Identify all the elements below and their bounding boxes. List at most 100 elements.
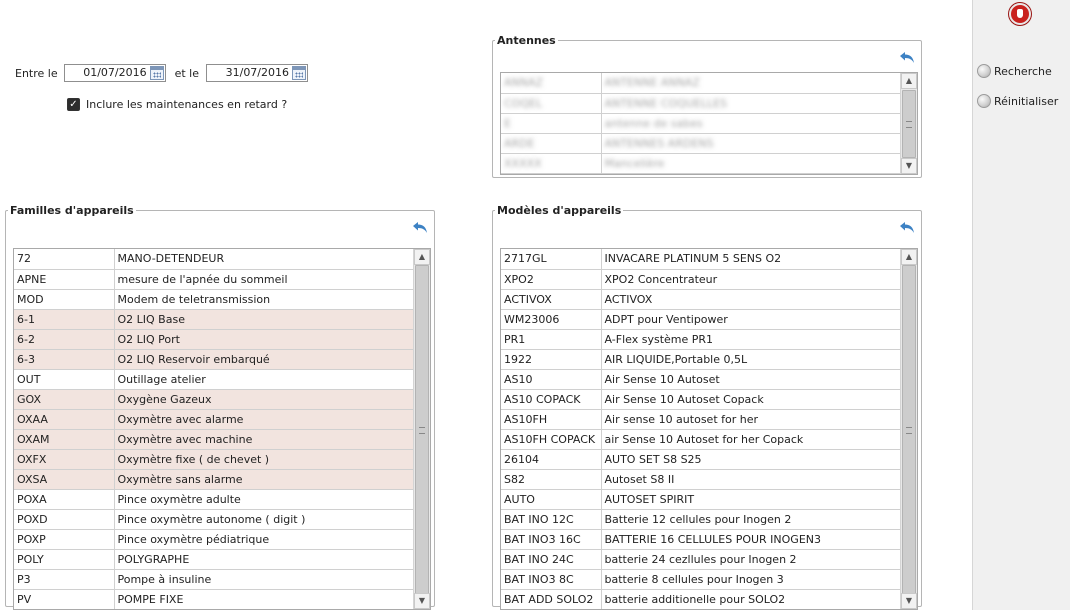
calendar-icon[interactable]: [292, 66, 307, 80]
table-row[interactable]: S82 Autoset S8 II: [501, 469, 917, 490]
scroll-thumb[interactable]: [415, 265, 429, 595]
modeles-list[interactable]: 2717GL INVACARE PLATINUM 5 SENS O2 XPO2 X…: [500, 248, 918, 610]
familles-list[interactable]: 72 MANO-DETENDEUR APNE mesure de l'apnée du…: [13, 248, 431, 610]
row-code: ANNAZ: [501, 73, 602, 94]
scrollbar[interactable]: ▲ ▼: [900, 73, 917, 174]
table-row[interactable]: WM23006 ADPT pour Ventipower: [501, 309, 917, 330]
row-code: XXXXX: [501, 153, 602, 174]
table-row[interactable]: 1922 AIR LIQUIDE,Portable 0,5L: [501, 349, 917, 370]
row-label: antenne de sabes: [601, 113, 917, 134]
end-date-value: 31/07/2016: [225, 66, 290, 79]
scroll-thumb[interactable]: [902, 265, 916, 595]
row-code: OXSA: [14, 469, 115, 490]
table-row[interactable]: PV POMPE FIXE: [14, 589, 430, 609]
row-code: 26104: [501, 449, 602, 470]
scroll-down-button[interactable]: ▼: [901, 158, 917, 174]
table-row[interactable]: BAT INO 12C Batterie 12 cellules pour Ino…: [501, 509, 917, 530]
start-date-value: 01/07/2016: [83, 66, 147, 79]
row-label: ANTENNE COQUELLES: [601, 93, 917, 114]
table-row[interactable]: GOX Oxygène Gazeux: [14, 389, 430, 410]
table-row[interactable]: P3 Pompe à insuline: [14, 569, 430, 590]
scroll-up-button[interactable]: ▲: [901, 73, 917, 89]
table-row[interactable]: POXD Pince oxymètre autonome ( digit ): [14, 509, 430, 530]
back-arrow-icon[interactable]: [899, 221, 915, 235]
row-code: 1922: [501, 349, 602, 370]
row-code: BAT INO 24C: [501, 549, 602, 570]
row-label: Oxymètre fixe ( de chevet ): [114, 449, 430, 470]
table-row[interactable]: ANNAZ ANTENNE ANNAZ: [501, 73, 917, 94]
table-row[interactable]: 6-1 O2 LIQ Base: [14, 309, 430, 330]
scrollbar[interactable]: ▲ ▼: [900, 249, 917, 609]
row-code: E: [501, 113, 602, 134]
table-row[interactable]: 72 MANO-DETENDEUR: [14, 249, 430, 270]
familles-panel: Familles d'appareils 72 MANO-DETENDEUR APN…: [5, 204, 435, 610]
search-button[interactable]: Recherche: [977, 64, 1052, 78]
table-row[interactable]: APNE mesure de l'apnée du sommeil: [14, 269, 430, 290]
back-arrow-icon[interactable]: [412, 221, 428, 235]
row-code: OXAA: [14, 409, 115, 430]
antennes-list[interactable]: ANNAZ ANTENNE ANNAZ COQEL ANTENNE COQUELLES…: [500, 72, 918, 175]
table-row[interactable]: OXAM Oxymètre avec machine: [14, 429, 430, 450]
row-label: AIR LIQUIDE,Portable 0,5L: [601, 349, 917, 370]
table-row[interactable]: BAT INO 24C batterie 24 cezllules pour In…: [501, 549, 917, 570]
table-row[interactable]: 6-2 O2 LIQ Port: [14, 329, 430, 350]
include-late-row: ✓ Inclure les maintenances en retard ?: [67, 98, 287, 111]
table-row[interactable]: POXA Pince oxymètre adulte: [14, 489, 430, 510]
table-row[interactable]: Eantenne de sabes: [501, 113, 917, 134]
scroll-up-button[interactable]: ▲: [901, 249, 917, 265]
reset-button[interactable]: Réinitialiser: [977, 94, 1058, 108]
scroll-down-button[interactable]: ▼: [901, 593, 917, 609]
scroll-down-button[interactable]: ▼: [414, 593, 430, 609]
table-row[interactable]: OXAA Oxymètre avec alarme: [14, 409, 430, 430]
modeles-title: Modèles d'appareils: [497, 204, 622, 217]
row-label: XPO2 Concentrateur: [601, 269, 917, 290]
table-row[interactable]: AS10FH Air sense 10 autoset for her: [501, 409, 917, 430]
scrollbar[interactable]: ▲ ▼: [413, 249, 430, 609]
table-row[interactable]: BAT ADD SOLO2 batterie additionelle pour …: [501, 589, 917, 609]
table-row[interactable]: BAT INO3 16C BATTERIE 16 CELLULES POUR IN…: [501, 529, 917, 550]
row-label: ANTENNES ARDENS: [601, 133, 917, 154]
table-row[interactable]: XXXXX Mancelière: [501, 153, 917, 174]
start-date-field[interactable]: 01/07/2016: [63, 64, 166, 82]
stop-hand-icon[interactable]: [1009, 3, 1031, 25]
radio-bullet-icon: [977, 94, 991, 108]
calendar-icon[interactable]: [149, 66, 164, 80]
row-label: Oxymètre avec alarme: [114, 409, 430, 430]
table-row[interactable]: 26104 AUTO SET S8 S25: [501, 449, 917, 470]
table-row[interactable]: AS10FH COPACK air Sense 10 Autoset for he…: [501, 429, 917, 450]
table-row[interactable]: OUT Outillage atelier: [14, 369, 430, 390]
scroll-up-button[interactable]: ▲: [414, 249, 430, 265]
scroll-thumb[interactable]: [902, 90, 916, 158]
row-label: A-Flex système PR1: [601, 329, 917, 350]
table-row[interactable]: AS10 Air Sense 10 Autoset: [501, 369, 917, 390]
row-code: OXAM: [14, 429, 115, 450]
table-row[interactable]: POLY POLYGRAPHE: [14, 549, 430, 570]
search-button-label: Recherche: [994, 64, 1052, 78]
table-row[interactable]: MOD Modem de teletransmission: [14, 289, 430, 310]
table-row[interactable]: AS10 COPACK Air Sense 10 Autoset Copack: [501, 389, 917, 410]
table-row[interactable]: OXFX Oxymètre fixe ( de chevet ): [14, 449, 430, 470]
and-label: et le: [174, 66, 200, 80]
back-arrow-icon[interactable]: [899, 51, 915, 65]
row-label: O2 LIQ Port: [114, 329, 430, 350]
row-code: POLY: [14, 549, 115, 570]
row-label: ACTIVOX: [601, 289, 917, 310]
table-row[interactable]: 2717GL INVACARE PLATINUM 5 SENS O2: [501, 249, 917, 270]
include-late-label: Inclure les maintenances en retard ?: [86, 98, 288, 111]
include-late-checkbox[interactable]: ✓: [67, 98, 80, 111]
table-row[interactable]: COQEL ANTENNE COQUELLES: [501, 93, 917, 114]
row-label: Oxygène Gazeux: [114, 389, 430, 410]
table-row[interactable]: AUTO AUTOSET SPIRIT: [501, 489, 917, 510]
table-row[interactable]: 6-3 O2 LIQ Reservoir embarqué: [14, 349, 430, 370]
table-row[interactable]: BAT INO3 8C batterie 8 cellules pour Inog…: [501, 569, 917, 590]
table-row[interactable]: ARDE ANTENNES ARDENS: [501, 133, 917, 154]
table-row[interactable]: POXP Pince oxymètre pédiatrique: [14, 529, 430, 550]
antennes-title: Antennes: [497, 34, 556, 47]
table-row[interactable]: OXSA Oxymètre sans alarme: [14, 469, 430, 490]
table-row[interactable]: PR1 A-Flex système PR1: [501, 329, 917, 350]
end-date-field[interactable]: 31/07/2016: [206, 64, 309, 82]
row-code: BAT INO 12C: [501, 509, 602, 530]
table-row[interactable]: ACTIVOX ACTIVOX: [501, 289, 917, 310]
table-row[interactable]: XPO2 XPO2 Concentrateur: [501, 269, 917, 290]
radio-bullet-icon: [977, 64, 991, 78]
